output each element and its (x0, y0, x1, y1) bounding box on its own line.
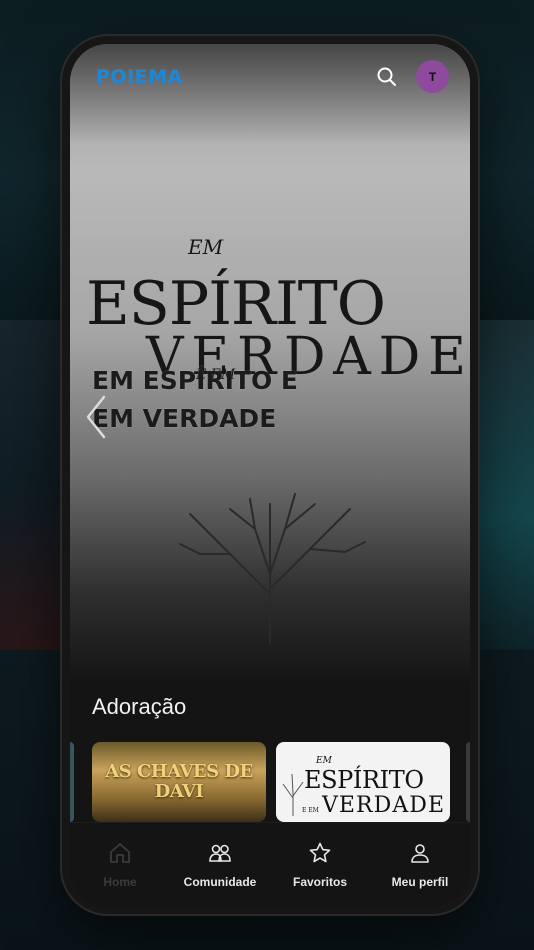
content-card[interactable]: AS CHAVES DE DAVI (92, 742, 266, 822)
nav-item-comunidade[interactable]: Comunidade (170, 823, 270, 906)
content-card-partial[interactable] (70, 742, 74, 822)
community-icon (209, 844, 231, 862)
avatar[interactable]: T (416, 60, 449, 93)
tree-illustration (179, 493, 366, 644)
app-logo[interactable]: POIEMA (96, 66, 183, 88)
section-title: Adoração (92, 694, 187, 719)
home-icon (110, 843, 130, 863)
svg-text:E EM: E EM (302, 807, 319, 814)
nav-item-label: Home (103, 875, 137, 889)
chevron-left-icon[interactable] (84, 394, 108, 440)
card-title: AS CHAVES DE DAVI (105, 761, 253, 802)
nav-item-label: Comunidade (183, 875, 257, 889)
nav-item-home[interactable]: Home (70, 823, 170, 906)
content-card[interactable]: EM ESPÍRITO E EM VERDADE (276, 742, 450, 822)
svg-text:EM: EM (315, 756, 333, 766)
featured-title: EM ESPÍRITO E EM VERDADE (92, 366, 299, 433)
user-icon (411, 844, 429, 863)
nav-item-label: Favoritos (292, 875, 347, 889)
background-poster (470, 320, 534, 650)
nav-item-meu-perfil[interactable]: Meu perfil (370, 823, 470, 906)
nav-item-favoritos[interactable]: Favoritos (270, 823, 370, 906)
content-card-partial[interactable] (466, 742, 470, 822)
background-poster (0, 320, 70, 650)
svg-text:VERDADE: VERDADE (321, 793, 444, 818)
hero-banner[interactable]: EM ESPÍRITO E EM VERDADE EM ESPÍRITO E E… (70, 44, 470, 684)
avatar-initial: T (428, 69, 437, 84)
app-screen: EM ESPÍRITO E EM VERDADE EM ESPÍRITO E E… (70, 44, 470, 906)
art-word-top: EM (187, 235, 224, 259)
content-row: AS CHAVES DE DAVI EM ESPÍRITO E EM VERDA… (70, 742, 470, 822)
search-icon[interactable] (374, 64, 400, 90)
card-title: EM ESPÍRITO E EM VERDADE (302, 756, 444, 818)
bottom-navigation: Home Comunidade Favoritos Meu perfil (70, 822, 470, 906)
svg-text:ESPÍRITO: ESPÍRITO (304, 765, 424, 794)
star-icon (309, 842, 331, 863)
nav-item-label: Meu perfil (391, 875, 449, 889)
